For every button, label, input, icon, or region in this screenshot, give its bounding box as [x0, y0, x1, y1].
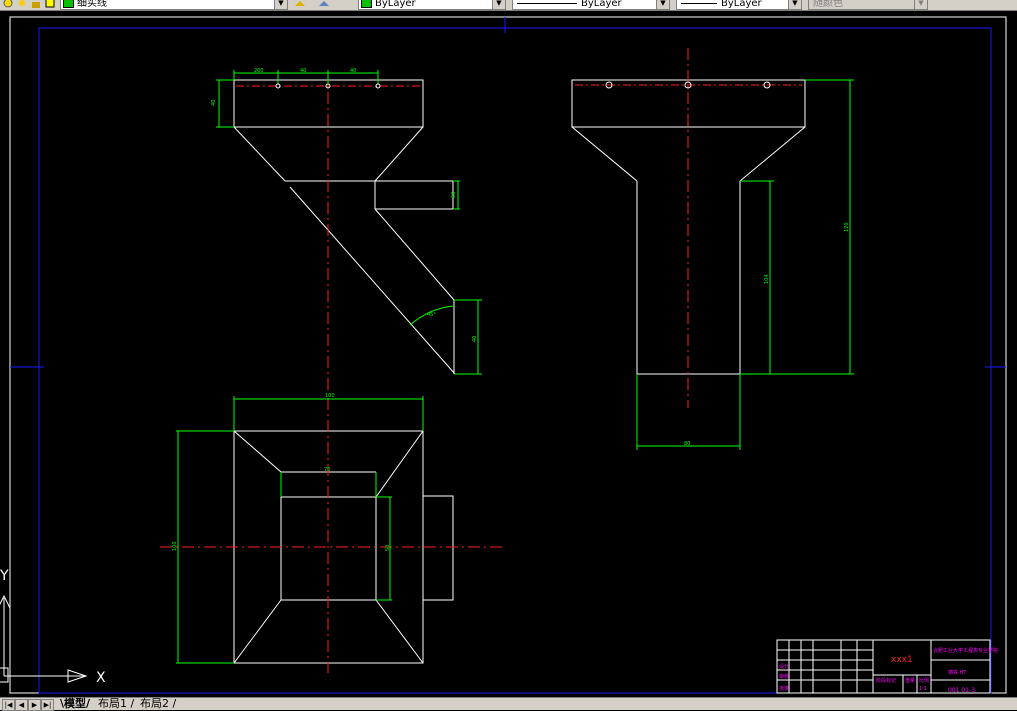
dim-side-bottom: 80 [684, 441, 690, 447]
lineweight-dropdown[interactable]: ByLayer ▼ [676, 0, 802, 10]
chevron-down-icon[interactable]: ▼ [788, 0, 801, 9]
lock-icon[interactable] [30, 0, 42, 8]
checker-label: 审核 [779, 673, 789, 680]
dim-front-pipe: 60 [451, 192, 457, 198]
drawing-number: 001 01-3 [948, 687, 975, 694]
plotstyle-dropdown[interactable]: 随颜色 ▼ [808, 0, 928, 10]
chevron-down-icon[interactable]: ▼ [274, 0, 287, 9]
sheet-border [38, 27, 992, 694]
ucs-icon [0, 594, 88, 683]
drawing-canvas[interactable]: 200 40 40 40 60 45° 40 120 104 80 100 70… [0, 10, 1017, 697]
ucs-y-label: Y [0, 568, 9, 584]
dim-side-inner: 104 [764, 274, 770, 284]
layer-color-icon[interactable] [44, 0, 56, 8]
tab-model-label: 模型 [64, 697, 87, 710]
side-dim-text: 120 104 80 [684, 222, 850, 447]
outer-frame [9, 16, 1007, 694]
dim-plan-left: 100 [172, 541, 178, 551]
plan-dimensions [176, 396, 424, 664]
scale-value: 1:1 [919, 686, 927, 692]
layer-swatch [63, 0, 74, 8]
ucs-x-label: X [96, 670, 106, 686]
dim-front-top-3: 40 [350, 68, 356, 74]
chevron-down-icon[interactable]: ▼ [492, 0, 505, 9]
ratio-label: 比例 [919, 677, 929, 684]
weight-label: 重量 [905, 677, 915, 684]
side-dimensions [636, 79, 854, 450]
layer-previous-icon[interactable] [318, 0, 330, 8]
next-tab-icon[interactable]: ▶ [28, 699, 41, 711]
tab-layout1[interactable]: 布局1 / [98, 698, 134, 710]
tab-layout2-label: 布局2 [140, 697, 169, 710]
plotstyle-value: 随颜色 [813, 0, 843, 9]
color-dropdown[interactable]: ByLayer ▼ [358, 0, 506, 10]
linetype-dropdown[interactable]: ByLayer ▼ [512, 0, 670, 10]
dim-plan-inner-w: 70 [324, 467, 330, 473]
front-dim-text: 200 40 40 40 60 45° 40 [211, 68, 478, 342]
bulb-icon[interactable] [2, 0, 14, 8]
front-view[interactable] [233, 79, 478, 375]
tab-model[interactable]: \模型/ [60, 698, 90, 710]
dim-front-top-1: 200 [254, 68, 264, 74]
linetype-value: ByLayer [581, 0, 622, 9]
layer-manager-icon[interactable] [294, 0, 306, 8]
last-tab-icon[interactable]: ▶| [41, 699, 54, 711]
dim-front-right: 40 [472, 336, 478, 342]
designer-label: 设计 [779, 663, 789, 670]
front-dimensions [216, 70, 482, 375]
color-swatch [361, 0, 372, 8]
color-value: ByLayer [375, 0, 416, 9]
dim-front-angle: 45° [427, 312, 436, 318]
drawing-name: xxx1 [891, 655, 913, 665]
chevron-down-icon[interactable]: ▼ [656, 0, 669, 9]
tab-layout2[interactable]: 布局2 / [140, 698, 176, 710]
stage-label: 阶段标记 [876, 677, 896, 684]
prev-tab-icon[interactable]: ◀ [15, 699, 28, 711]
lineweight-value: ByLayer [721, 0, 762, 9]
dim-plan-top: 100 [325, 393, 335, 399]
layout-tab-bar: |◀ ◀ ▶ ▶| \模型/ 布局1 / 布局2 / [0, 697, 1017, 711]
tab-layout1-label: 布局1 [98, 697, 127, 710]
chevron-down-icon[interactable]: ▼ [914, 0, 927, 9]
dim-front-left: 40 [211, 100, 217, 106]
first-tab-icon[interactable]: |◀ [2, 699, 15, 711]
lineweight-sample [681, 2, 717, 4]
sun-icon[interactable] [16, 0, 28, 8]
approve-label: 批准 [779, 685, 789, 692]
linetype-sample [517, 2, 577, 4]
school-name: 合肥工业大学工程类专业学院 [933, 647, 998, 654]
layer-dropdown[interactable]: 细实线 ▼ [60, 0, 288, 10]
dim-plan-inner-h: 50 [385, 545, 391, 551]
layer-name: 细实线 [77, 0, 107, 9]
dim-front-top-2: 40 [300, 68, 306, 74]
material-text: 铸铁 HT [948, 669, 967, 676]
dim-side-height: 120 [844, 222, 850, 232]
